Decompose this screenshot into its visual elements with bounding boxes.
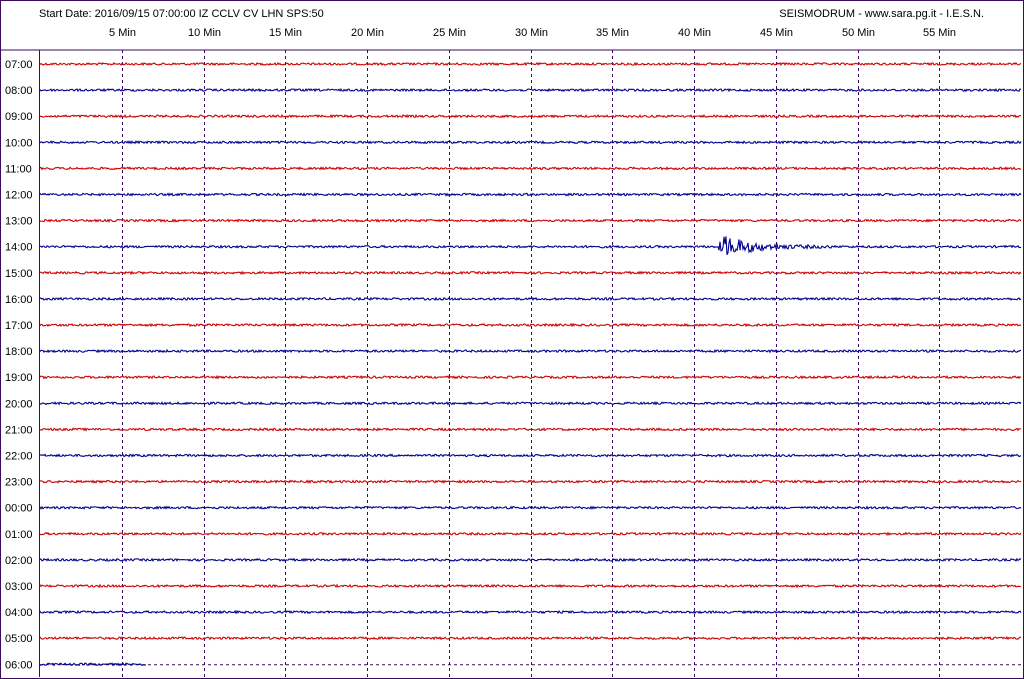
x-tick-label: 45 Min <box>760 27 793 39</box>
trace-0000 <box>39 505 1022 510</box>
row-hour-label: 18:00 <box>5 346 33 358</box>
row-hour-label: 10:00 <box>5 137 33 149</box>
trace-1900 <box>39 374 1022 380</box>
x-tick-label: 25 Min <box>433 27 466 39</box>
trace-2300 <box>39 479 1022 484</box>
trace-0800 <box>39 87 1022 93</box>
row-hour-label: 20:00 <box>5 398 33 410</box>
row-hour-label: 11:00 <box>5 163 32 175</box>
x-tick-label: 55 Min <box>923 27 956 39</box>
trace-1300 <box>39 218 1022 223</box>
trace-1400 <box>39 236 1022 256</box>
row-hour-label: 02:00 <box>5 555 33 567</box>
trace-1100 <box>39 166 1022 171</box>
trace-2200 <box>39 453 1022 458</box>
x-tick-label: 30 Min <box>515 27 548 39</box>
trace-1700 <box>39 322 1022 328</box>
row-hour-label: 17:00 <box>5 320 33 332</box>
helicorder-plot: 5 Min 10 Min 15 Min 20 Min 25 Min 30 Min 35 Mi… <box>0 27 1024 677</box>
row-hour-label: 05:00 <box>5 633 33 645</box>
trace-0500 <box>39 635 1022 641</box>
row-hour-label: 08:00 <box>5 85 33 97</box>
trace-0200 <box>39 557 1022 563</box>
row-hour-label: 23:00 <box>5 477 33 489</box>
x-tick-label: 15 Min <box>269 27 302 39</box>
row-hour-label: 09:00 <box>5 111 33 123</box>
trace-0700 <box>39 61 1022 67</box>
x-tick-label: 50 Min <box>842 27 875 39</box>
x-tick-label: 35 Min <box>596 27 629 39</box>
x-tick-label: 10 Min <box>188 27 221 39</box>
trace-0400 <box>39 609 1022 615</box>
trace-0300 <box>39 583 1022 589</box>
row-hour-label: 06:00 <box>5 659 33 671</box>
row-hour-label: 07:00 <box>5 59 33 71</box>
x-tick-label: 40 Min <box>678 27 711 39</box>
row-hour-label: 22:00 <box>5 451 33 463</box>
trace-1800 <box>39 348 1022 354</box>
row-hour-label: 04:00 <box>5 607 33 619</box>
x-tick-label: 20 Min <box>351 27 384 39</box>
trace-2000 <box>39 401 1022 406</box>
row-hour-label: 16:00 <box>5 294 33 306</box>
x-tick-label: 5 Min <box>109 27 136 39</box>
row-hour-label: 00:00 <box>5 503 33 515</box>
trace-1600 <box>39 296 1022 302</box>
row-hour-label: 19:00 <box>5 372 33 384</box>
trace-1500 <box>39 270 1022 276</box>
trace-0100 <box>39 531 1022 537</box>
row-hour-label: 12:00 <box>5 190 33 202</box>
row-hour-label: 03:00 <box>5 581 33 593</box>
row-hour-label: 21:00 <box>5 424 33 436</box>
trace-0900 <box>39 113 1022 119</box>
trace-1000 <box>39 140 1022 145</box>
trace-2100 <box>39 427 1022 432</box>
row-hour-label: 14:00 <box>5 242 33 254</box>
trace-0600 <box>39 662 147 667</box>
row-hour-label: 01:00 <box>5 529 33 541</box>
row-hour-label: 15:00 <box>5 268 33 280</box>
row-hour-label: 13:00 <box>5 216 33 228</box>
trace-1200 <box>39 192 1022 197</box>
